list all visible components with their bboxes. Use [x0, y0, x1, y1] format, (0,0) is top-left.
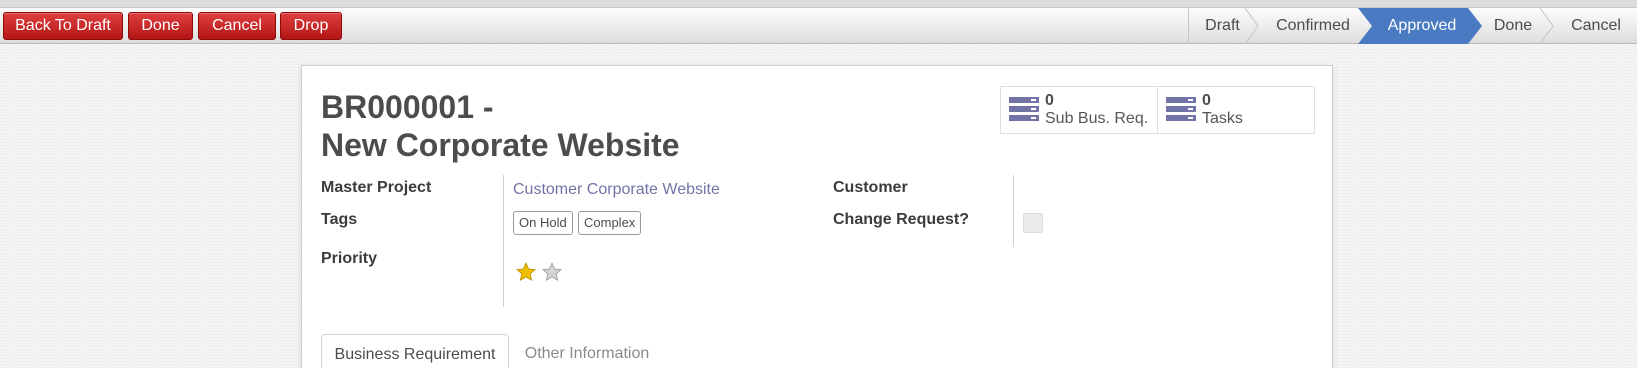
master-project-label: Master Project — [321, 179, 432, 196]
sub-bus-req-label: Sub Bus. Req. — [1045, 110, 1149, 127]
tags-label: Tags — [321, 211, 358, 228]
tag-on-hold[interactable]: On Hold — [513, 211, 573, 235]
window-top-strip — [0, 0, 1637, 8]
sub-bus-req-button[interactable]: 0 Sub Bus. Req. — [1000, 86, 1158, 134]
tab-business-requirement[interactable]: Business Requirement — [321, 334, 509, 368]
drop-button[interactable]: Drop — [280, 12, 342, 40]
priority-star-empty-icon[interactable] — [542, 262, 562, 282]
done-button[interactable]: Done — [128, 12, 193, 40]
change-request-label: Change Request? — [833, 211, 970, 228]
back-to-draft-button[interactable]: Back To Draft — [3, 12, 123, 40]
tab-other-information[interactable]: Other Information — [512, 334, 662, 368]
tag-complex[interactable]: Complex — [578, 211, 642, 235]
status-bar: Back To Draft Done Cancel Drop Draft Con… — [0, 8, 1637, 44]
tasks-button[interactable]: 0 Tasks — [1157, 86, 1315, 134]
stage-cancel[interactable]: Cancel — [1558, 8, 1634, 44]
record-title-line1: BR000001 - — [321, 89, 494, 125]
tasks-count: 0 — [1202, 92, 1211, 109]
cancel-button[interactable]: Cancel — [198, 12, 276, 40]
master-project-link[interactable]: Customer Corporate Website — [513, 181, 720, 199]
server-list-icon — [1166, 97, 1196, 121]
stage-approved[interactable]: Approved — [1372, 8, 1472, 44]
tasks-label: Tasks — [1202, 110, 1243, 127]
field-divider — [1013, 175, 1014, 247]
priority-label: Priority — [321, 250, 378, 267]
record-title: BR000001 - New Corporate Website — [321, 88, 680, 164]
stage-separator-icon — [1540, 8, 1554, 44]
customer-label: Customer — [833, 179, 908, 196]
stage-confirmed[interactable]: Confirmed — [1258, 8, 1368, 44]
record-title-line2: New Corporate Website — [321, 127, 680, 163]
priority-star-filled-icon[interactable] — [516, 262, 536, 282]
change-request-checkbox[interactable] — [1023, 213, 1043, 233]
sub-bus-req-count: 0 — [1045, 92, 1054, 109]
customer-field[interactable] — [1023, 179, 1303, 201]
stage-done[interactable]: Done — [1484, 8, 1542, 44]
server-list-icon — [1009, 97, 1039, 121]
field-divider — [503, 175, 504, 307]
stage-separator-icon — [1245, 8, 1259, 44]
form-sheet: BR000001 - New Corporate Website 0 Sub B… — [301, 65, 1333, 368]
